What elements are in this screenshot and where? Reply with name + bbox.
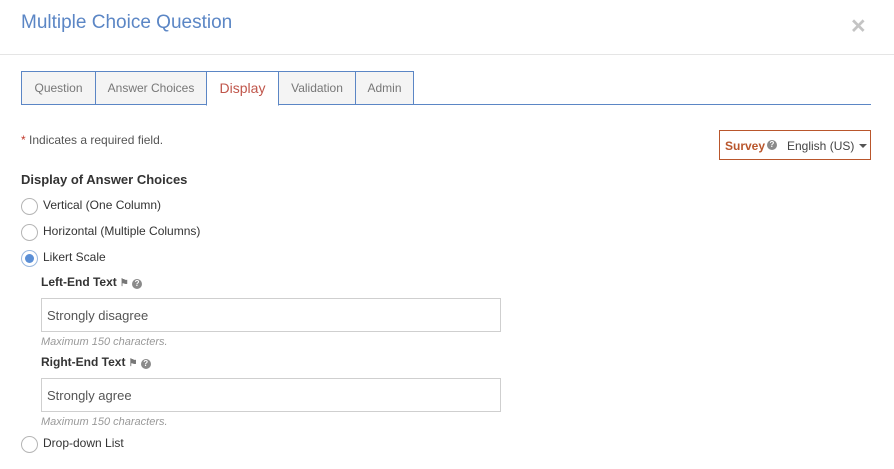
required-note-text: Indicates a required field. <box>25 133 164 147</box>
right-end-text-input[interactable] <box>41 378 501 412</box>
dialog-header: Multiple Choice Question × <box>0 0 894 55</box>
translate-icon[interactable]: ⚑ <box>128 358 137 369</box>
radio-option-label: Drop-down List <box>43 436 124 450</box>
language-select-label: Survey <box>725 139 766 153</box>
dialog-title: Multiple Choice Question <box>21 12 233 33</box>
radio-option-label: Vertical (One Column) <box>43 198 162 212</box>
tab-question[interactable]: Question <box>21 71 96 105</box>
required-field-note: * Indicates a required field. <box>21 133 163 147</box>
left-end-text-input[interactable] <box>41 298 501 332</box>
right-end-text-hint: Maximum 150 characters. <box>41 416 168 428</box>
help-icon[interactable]: ? <box>132 279 143 289</box>
language-select-value: English (US) <box>787 139 855 153</box>
radio-button[interactable] <box>21 198 38 215</box>
radio-option-label: Horizontal (Multiple Columns) <box>43 224 201 238</box>
radio-button[interactable] <box>21 436 38 453</box>
caret-down-icon <box>859 144 867 148</box>
left-end-text-label: Left-End Text ⚑ ? <box>41 275 143 289</box>
display-section-title: Display of Answer Choices <box>21 172 188 187</box>
radio-button-selected[interactable] <box>21 250 38 267</box>
translate-icon[interactable]: ⚑ <box>120 278 129 289</box>
help-icon[interactable]: ? <box>767 140 777 150</box>
tab-answer-choices[interactable]: Answer Choices <box>95 71 207 105</box>
radio-option-label: Likert Scale <box>43 250 106 264</box>
right-end-text-label: Right-End Text ⚑ ? <box>41 355 151 369</box>
tab-validation[interactable]: Validation <box>278 71 356 105</box>
tab-admin[interactable]: Admin <box>355 71 414 105</box>
radio-button[interactable] <box>21 224 38 241</box>
right-end-text-label-text: Right-End Text <box>41 355 126 369</box>
left-end-text-label-text: Left-End Text <box>41 275 117 289</box>
tab-display[interactable]: Display <box>206 71 279 106</box>
left-end-text-hint: Maximum 150 characters. <box>41 336 168 348</box>
close-icon[interactable]: × <box>851 14 866 39</box>
tab-bar: Question Answer Choices Display Validati… <box>21 71 871 106</box>
language-select[interactable]: Survey ? English (US) <box>719 130 871 160</box>
help-icon[interactable]: ? <box>140 359 151 369</box>
